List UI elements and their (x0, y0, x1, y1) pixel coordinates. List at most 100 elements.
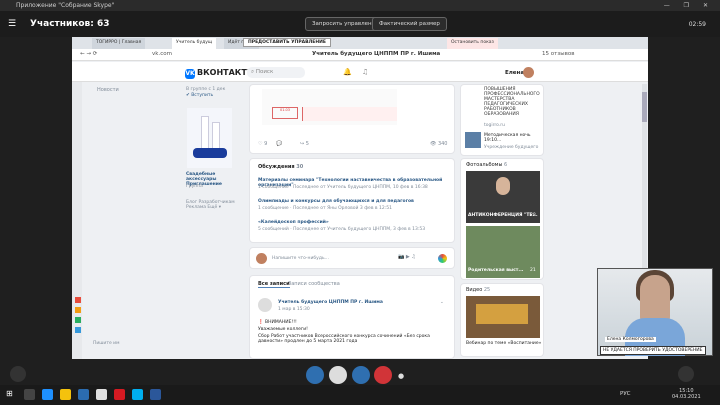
views-icon: 👁 340 (430, 141, 448, 147)
discussions-card: Обсуждения 30 Материалы семинара "Технол… (249, 158, 455, 243)
albums-card: Фотоальбомы 6 АНТИКОНФЕРЕНЦИЯ "ТЕ... 28 … (460, 158, 544, 280)
skype-icon[interactable] (132, 389, 143, 400)
post-line: Уважаемые коллеги! (258, 327, 308, 332)
page-title: Учитель будущего ЦНППМ ПР г. Ишима (312, 51, 441, 57)
give-control-banner[interactable]: ПРЕДОСТАВИТЬ УПРАВЛЕНИЕ (243, 38, 331, 47)
vk-logo[interactable]: VK ВКОНТАКТЕ (185, 68, 252, 79)
person-face (640, 275, 670, 323)
browser-tab-strip: ТОГИРРО | Главная Учитель будущ Идёт пок… (72, 37, 648, 49)
tab-all-posts[interactable]: Все записи (258, 281, 290, 288)
skype-title-bar: Приложение "Собрание Skype" — ❐ ✕ (0, 0, 720, 11)
more-options-icon[interactable]: ● (398, 372, 404, 380)
vk-search-input[interactable]: ⌕ Поиск (247, 67, 305, 78)
link-thumb[interactable] (465, 132, 481, 148)
discussions-header[interactable]: Обсуждения 30 (258, 164, 303, 170)
method-title[interactable]: Методическая ночь 19:10... (484, 133, 543, 143)
discussion-title[interactable]: Олимпиады и конкурсы для обучающихся и д… (258, 199, 414, 204)
tab-togirro[interactable]: ТОГИРРО | Главная (92, 38, 146, 49)
start-icon[interactable]: ⊞ (6, 389, 13, 398)
camera-off-button[interactable] (306, 366, 324, 384)
actual-size-button[interactable]: Фактический размер (372, 17, 447, 31)
post-image[interactable]: 01.03 (262, 89, 397, 125)
yandex-icon[interactable] (114, 389, 125, 400)
discussion-title[interactable]: «Калейдоскоп профессий» (258, 220, 329, 225)
music-icon[interactable]: ♫ (362, 68, 368, 76)
participants-count[interactable]: Участников: 63 (30, 19, 110, 29)
record-icon[interactable] (10, 366, 26, 382)
explorer-icon[interactable] (60, 389, 71, 400)
mic-button[interactable] (329, 366, 347, 384)
poll-icon[interactable] (438, 254, 447, 263)
avatar (256, 253, 267, 264)
keyboard-lang[interactable]: РУС (620, 391, 631, 397)
share-button[interactable] (352, 366, 370, 384)
join-link[interactable]: ✔ Вступить (186, 93, 213, 98)
chrome-icon[interactable] (96, 389, 107, 400)
browser-side-panel (72, 62, 82, 359)
stop-show-button[interactable]: Остановить показ (447, 38, 498, 49)
album-count: 21 (530, 268, 536, 273)
side-app-icon[interactable] (75, 317, 81, 323)
vk-header (72, 62, 648, 82)
video-card: Видео 25 Вебинар по теме «Воспитание» (460, 283, 544, 357)
bottom-left-text: Пишите им (93, 341, 120, 346)
albums-header[interactable]: Фотоальбомы 6 (466, 162, 507, 168)
side-app-icon[interactable] (75, 307, 81, 313)
post-menu-icon[interactable]: ⌄ (440, 300, 444, 305)
album-thumb[interactable]: АНТИКОНФЕРЕНЦИЯ "ТЕ... 28 (466, 171, 540, 223)
search-icon[interactable] (24, 389, 35, 400)
ad-image[interactable] (187, 108, 232, 168)
word-icon[interactable] (150, 389, 161, 400)
org-link[interactable]: togirro.ru (484, 123, 505, 128)
album-title: Родительская выст... (468, 268, 524, 273)
composer-input[interactable]: Напишите что-нибудь... (272, 256, 329, 261)
chat-icon[interactable] (678, 366, 694, 382)
album-title: АНТИКОНФЕРЕНЦИЯ "ТЕ... (468, 213, 538, 218)
bell-icon[interactable]: 🔔 (343, 68, 352, 76)
left-news-link[interactable]: Новости (97, 87, 119, 93)
window-title: Приложение "Собрание Skype" (16, 2, 115, 9)
url-text: vk.com (152, 51, 172, 57)
discussion-meta: 5 сообщений · Последнее от Учитель будущ… (258, 227, 426, 232)
windows-taskbar (0, 385, 720, 405)
side-app-icon[interactable] (75, 327, 81, 333)
share-icon[interactable]: ↪ 5 (300, 141, 309, 147)
group-member-since: В группе с 1 дек (186, 87, 226, 92)
verification-warning: НЕ УДАЕТСЯ ПРОВЕРИТЬ УДОСТОВЕРЕНИЕ (600, 346, 706, 355)
call-duration: 02:59 (688, 21, 706, 28)
edge-icon[interactable] (42, 389, 53, 400)
footer-links[interactable]: Блог Разработчикам Реклама Ещё ▾ (186, 200, 246, 210)
video-header[interactable]: Видео 25 (466, 287, 490, 293)
like-icon[interactable]: ♡ 9 (258, 141, 267, 147)
address-bar[interactable]: ← → ⟳ vk.com Учитель будущего ЦНППМ ПР г. … (72, 49, 648, 61)
comment-icon[interactable]: 💬 (276, 141, 282, 147)
clock[interactable]: 15:10 04.03.2021 (672, 388, 701, 400)
video-thumb[interactable] (466, 296, 540, 338)
method-link[interactable]: Учреждение будущего (484, 145, 544, 150)
post-time: 1 мар в 15:30 (278, 307, 310, 312)
author-avatar[interactable] (258, 298, 272, 312)
reviews-badge[interactable]: 15 отзывов (542, 51, 574, 57)
side-app-icon[interactable] (75, 297, 81, 303)
menu-icon[interactable]: ☰ (8, 19, 16, 29)
nav-arrows-icon[interactable]: ← → ⟳ (80, 51, 97, 57)
post-author[interactable]: Учитель будущего ЦНППМ ПР г. Ишима (278, 300, 383, 305)
store-icon[interactable] (78, 389, 89, 400)
composer-card[interactable]: Напишите что-нибудь... 📷 ▶ ♫ (249, 247, 455, 269)
discussion-meta: 1 сообщение · Последнее от Яны Орловой 3… (258, 206, 392, 211)
post-line: Сбор Работ участников Всероссийского кон… (258, 334, 430, 344)
attach-icons[interactable]: 📷 ▶ ♫ (398, 254, 416, 260)
org-name[interactable]: ПОВЫШЕНИЯ ПРОФЕССИОНАЛЬНОГО МАСТЕРСТВА П… (484, 87, 542, 117)
post-line: ❗ ВНИМАНИЕ!!! (258, 320, 297, 325)
hang-up-button[interactable] (374, 366, 392, 384)
tab-uchitel[interactable]: Учитель будущ (172, 38, 217, 49)
video-caption[interactable]: Вебинар по теме «Воспитание» (466, 341, 542, 346)
ad-subtitle: Группа (186, 184, 203, 189)
tab-community-posts[interactable]: Записи сообщества (288, 281, 340, 287)
album-count: 28 (530, 213, 536, 218)
avatar[interactable] (523, 67, 534, 78)
user-name[interactable]: Елена (505, 70, 524, 76)
album-thumb[interactable]: Родительская выст... 21 (466, 226, 540, 278)
links-card: ПОВЫШЕНИЯ ПРОФЕССИОНАЛЬНОГО МАСТЕРСТВА П… (460, 84, 544, 156)
window-controls[interactable]: — ❐ ✕ (664, 0, 714, 11)
